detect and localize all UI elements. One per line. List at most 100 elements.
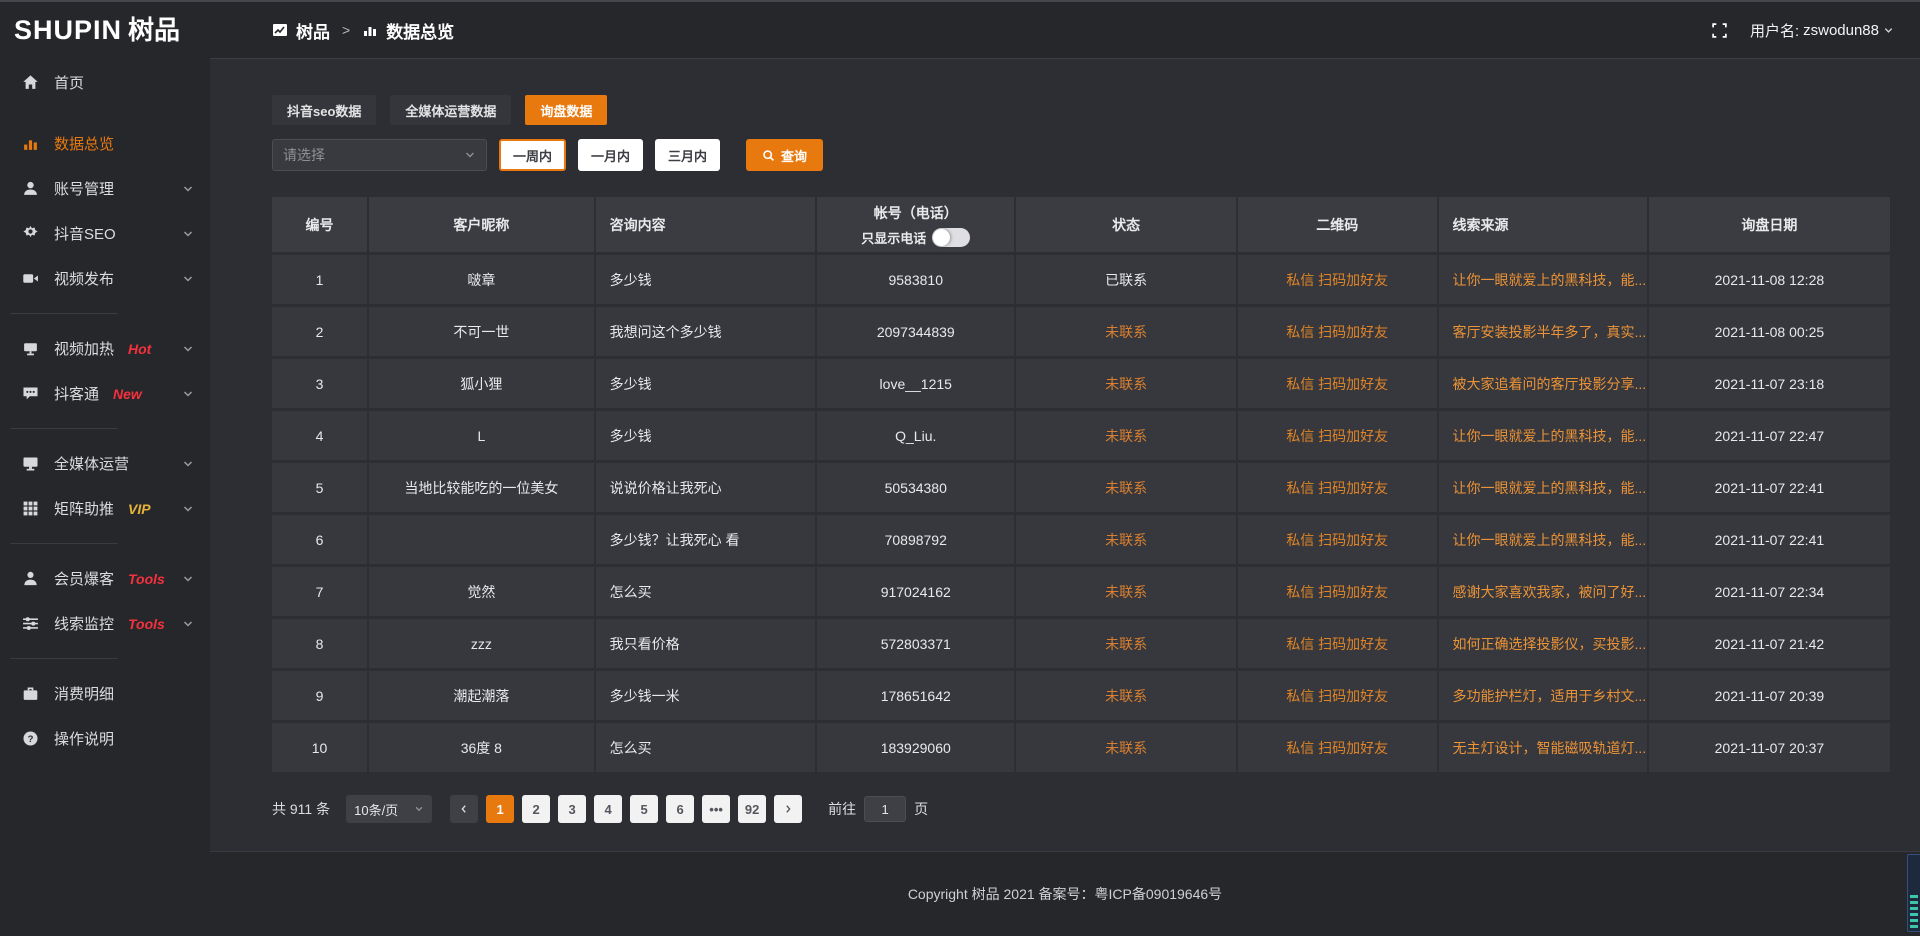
sidebar-item-leads-monitor[interactable]: 线索监控Tools bbox=[0, 601, 210, 646]
range-button-2[interactable]: 一月内 bbox=[578, 139, 643, 171]
sidebar-item-member-burst[interactable]: 会员爆客Tools bbox=[0, 556, 210, 601]
sidebar-item-account-management[interactable]: 账号管理 bbox=[0, 166, 210, 211]
cell-date: 2021-11-07 22:34 bbox=[1649, 567, 1890, 619]
breadcrumb-root[interactable]: 树品 bbox=[296, 18, 330, 43]
cell-content: 多少钱 bbox=[596, 359, 818, 411]
source-link[interactable]: 感谢大家喜欢我家，被问了好... bbox=[1453, 582, 1647, 602]
user-menu[interactable]: 用户名: zswodun88 bbox=[1750, 20, 1894, 41]
sidebar-item-douyin-seo[interactable]: 抖音SEO bbox=[0, 211, 210, 256]
sidebar-item-expense-detail[interactable]: 消费明细 bbox=[0, 671, 210, 716]
status-badge: 未联系 bbox=[1105, 582, 1147, 602]
cell-date: 2021-11-07 22:41 bbox=[1649, 515, 1890, 567]
qrcode-link[interactable]: 私信 扫码加好友 bbox=[1286, 738, 1388, 758]
source-link[interactable]: 多功能护栏灯，适用于乡村文... bbox=[1453, 686, 1647, 706]
next-page-button[interactable] bbox=[774, 795, 802, 823]
logo[interactable]: SHUPIN 树品 bbox=[0, 2, 210, 58]
monitor-icon bbox=[22, 455, 39, 472]
page-ellipsis-button[interactable]: ••• bbox=[702, 795, 730, 823]
qrcode-link[interactable]: 私信 扫码加好友 bbox=[1286, 686, 1388, 706]
table-row: 4L多少钱Q_Liu.未联系私信 扫码加好友让你一眼就爱上的黑科技，能...20… bbox=[272, 411, 1890, 463]
qrcode-link[interactable]: 私信 扫码加好友 bbox=[1286, 374, 1388, 394]
sidebar-item-label: 数据总览 bbox=[54, 133, 114, 154]
qrcode-link[interactable]: 私信 扫码加好友 bbox=[1286, 478, 1388, 498]
page-button-2[interactable]: 2 bbox=[522, 795, 550, 823]
page-button-92[interactable]: 92 bbox=[738, 795, 766, 823]
search-button[interactable]: 查询 bbox=[746, 139, 823, 171]
goto-page-input[interactable] bbox=[864, 796, 906, 822]
table-row: 8zzz我只看价格572803371未联系私信 扫码加好友如何正确选择投影仪，买… bbox=[272, 619, 1890, 671]
cell-no: 1 bbox=[272, 255, 369, 307]
menu-divider bbox=[10, 543, 118, 544]
chevron-down-icon bbox=[182, 183, 194, 195]
status-badge: 未联系 bbox=[1105, 686, 1147, 706]
page-button-6[interactable]: 6 bbox=[666, 795, 694, 823]
cell-account: 183929060 bbox=[817, 723, 1016, 775]
table-row: 5当地比较能吃的一位美女说说价格让我死心50534380未联系私信 扫码加好友让… bbox=[272, 463, 1890, 515]
qrcode-link[interactable]: 私信 扫码加好友 bbox=[1286, 582, 1388, 602]
logo-brand-en: SHUPIN bbox=[14, 17, 122, 44]
qrcode-link[interactable]: 私信 扫码加好友 bbox=[1286, 530, 1388, 550]
status-badge: 未联系 bbox=[1105, 374, 1147, 394]
username-value: zswodun88 bbox=[1803, 22, 1879, 39]
source-link[interactable]: 让你一眼就爱上的黑科技，能... bbox=[1453, 478, 1647, 498]
sidebar-item-instructions[interactable]: ?操作说明 bbox=[0, 716, 210, 761]
status-badge: 已联系 bbox=[1105, 270, 1147, 290]
sidebar-item-home[interactable]: 首页 bbox=[0, 60, 210, 105]
cell-account: Q_Liu. bbox=[817, 411, 1016, 463]
goto-label: 前往 bbox=[828, 799, 856, 819]
prev-page-button[interactable] bbox=[450, 795, 478, 823]
video-publish-icon bbox=[22, 270, 39, 287]
source-link[interactable]: 如何正确选择投影仪，买投影... bbox=[1453, 634, 1647, 654]
page-size-select[interactable]: 10条/页 bbox=[346, 795, 432, 823]
chevron-down-icon bbox=[182, 228, 194, 240]
status-badge: 未联系 bbox=[1105, 530, 1147, 550]
chevron-down-icon bbox=[182, 273, 194, 285]
tab-1[interactable]: 抖音seo数据 bbox=[272, 95, 376, 125]
account-select[interactable]: 请选择 bbox=[272, 139, 487, 171]
inquiry-table: 编号 客户昵称 咨询内容 帐号（电话） 只显示电话 状态 二维码 bbox=[272, 197, 1890, 775]
stats-widget-bars bbox=[1910, 894, 1918, 928]
table-row: 1啵章多少钱9583810已联系私信 扫码加好友让你一眼就爱上的黑科技，能...… bbox=[272, 255, 1890, 307]
screen-icon bbox=[22, 340, 39, 357]
app-chart-icon bbox=[272, 22, 288, 38]
table-header-row: 编号 客户昵称 咨询内容 帐号（电话） 只显示电话 状态 二维码 bbox=[272, 197, 1890, 255]
header-no: 编号 bbox=[272, 197, 369, 255]
header-account: 帐号（电话） 只显示电话 bbox=[817, 197, 1016, 255]
chevron-down-icon bbox=[1883, 25, 1894, 36]
sidebar-item-media-operation[interactable]: 全媒体运营 bbox=[0, 441, 210, 486]
sidebar-item-doukertong[interactable]: 抖客通New bbox=[0, 371, 210, 416]
sidebar-item-video-publish[interactable]: 视频发布 bbox=[0, 256, 210, 301]
source-link[interactable]: 无主灯设计，智能磁吸轨道灯... bbox=[1453, 738, 1647, 758]
tab-3[interactable]: 询盘数据 bbox=[525, 95, 607, 125]
sidebar-item-matrix-boost[interactable]: 矩阵助推VIP bbox=[0, 486, 210, 531]
source-link[interactable]: 让你一眼就爱上的黑科技，能... bbox=[1453, 426, 1647, 446]
source-link[interactable]: 让你一眼就爱上的黑科技，能... bbox=[1453, 530, 1647, 550]
page-button-1[interactable]: 1 bbox=[486, 795, 514, 823]
phone-only-toggle[interactable] bbox=[932, 228, 970, 247]
cell-date: 2021-11-08 00:25 bbox=[1649, 307, 1890, 359]
cell-content: 怎么买 bbox=[596, 723, 818, 775]
goto-suffix: 页 bbox=[914, 799, 928, 819]
menu-divider bbox=[10, 428, 118, 429]
range-button-3[interactable]: 三月内 bbox=[655, 139, 720, 171]
page-button-5[interactable]: 5 bbox=[630, 795, 658, 823]
fullscreen-icon[interactable] bbox=[1711, 22, 1728, 39]
sidebar-item-data-overview[interactable]: 数据总览 bbox=[0, 121, 210, 166]
source-link[interactable]: 客厅安装投影半年多了，真实... bbox=[1453, 322, 1647, 342]
qrcode-link[interactable]: 私信 扫码加好友 bbox=[1286, 634, 1388, 654]
date-range-group: 一周内一月内三月内 bbox=[499, 139, 720, 171]
tab-2[interactable]: 全媒体运营数据 bbox=[390, 95, 511, 125]
page-button-4[interactable]: 4 bbox=[594, 795, 622, 823]
sidebar-item-label: 线索监控 bbox=[54, 613, 114, 634]
page-button-3[interactable]: 3 bbox=[558, 795, 586, 823]
select-placeholder: 请选择 bbox=[283, 145, 325, 165]
sidebar-item-video-heat[interactable]: 视频加热Hot bbox=[0, 326, 210, 371]
range-button-1[interactable]: 一周内 bbox=[499, 139, 566, 171]
qrcode-link[interactable]: 私信 扫码加好友 bbox=[1286, 322, 1388, 342]
qrcode-link[interactable]: 私信 扫码加好友 bbox=[1286, 270, 1388, 290]
source-link[interactable]: 被大家追着问的客厅投影分享... bbox=[1453, 374, 1647, 394]
breadcrumb-separator: > bbox=[342, 22, 350, 38]
source-link[interactable]: 让你一眼就爱上的黑科技，能... bbox=[1453, 270, 1647, 290]
qrcode-link[interactable]: 私信 扫码加好友 bbox=[1286, 426, 1388, 446]
status-badge: 未联系 bbox=[1105, 478, 1147, 498]
